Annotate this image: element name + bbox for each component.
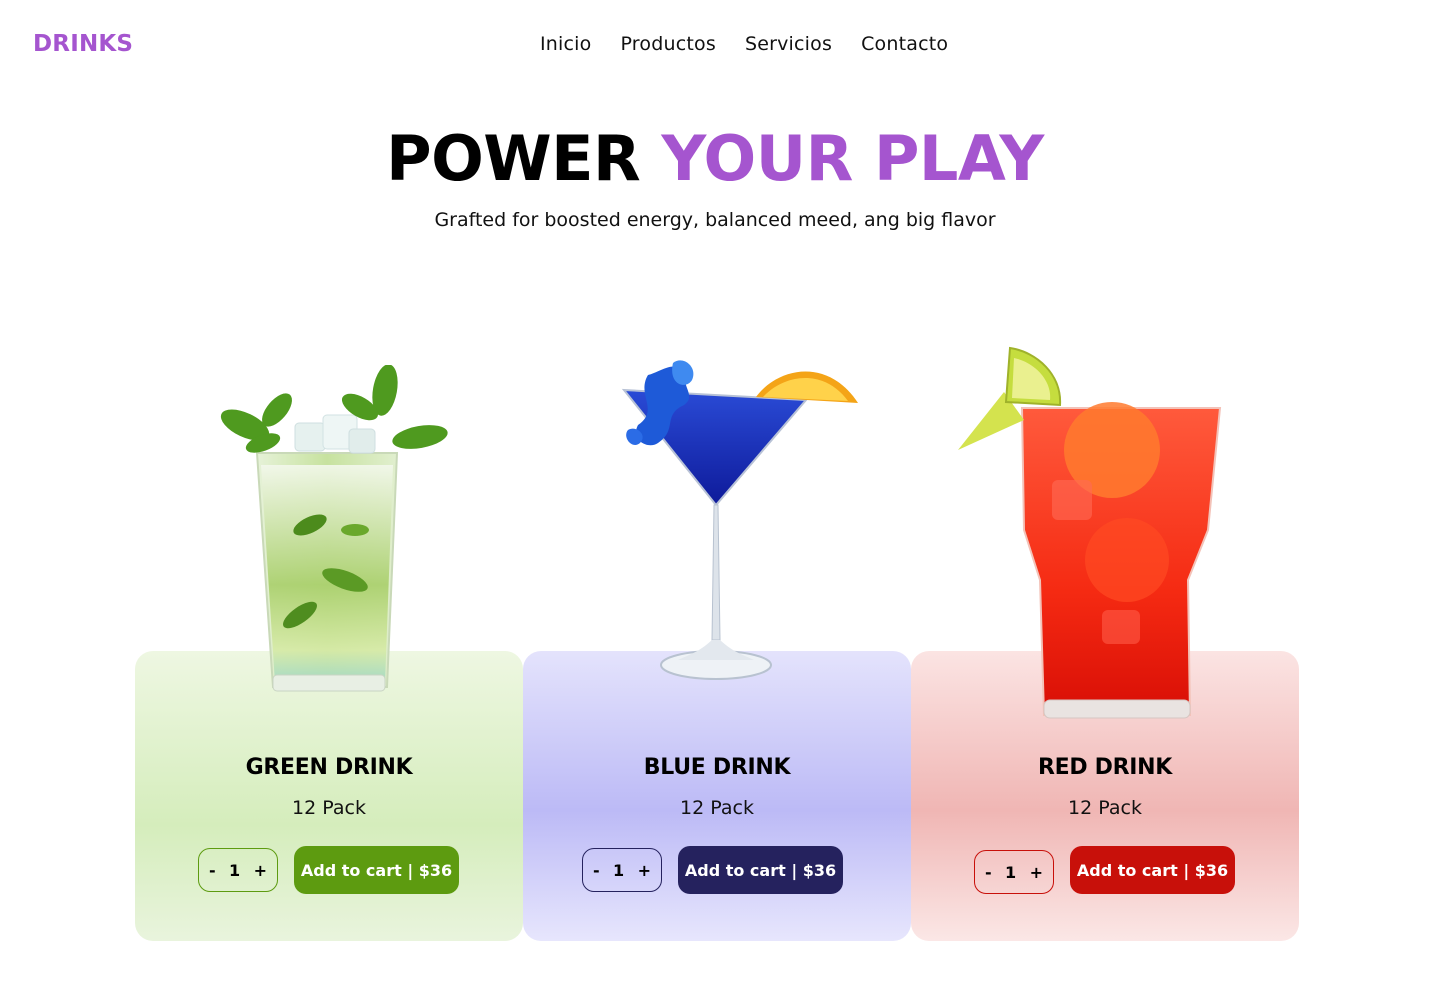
main-nav: Inicio Productos Servicios Contacto xyxy=(540,33,948,55)
nav-link-inicio[interactable]: Inicio xyxy=(540,33,591,55)
hero-title-part1: POWER xyxy=(386,122,641,195)
decrement-button[interactable]: - xyxy=(985,863,992,882)
add-to-cart-button[interactable]: Add to cart | $36 xyxy=(678,846,843,894)
decrement-button[interactable]: - xyxy=(593,861,600,880)
product-name: RED DRINK xyxy=(1037,755,1173,780)
product-name: GREEN DRINK xyxy=(245,755,413,780)
increment-button[interactable]: + xyxy=(1030,863,1043,882)
hero-title: POWER YOUR PLAY xyxy=(0,122,1430,196)
product-pack: 12 Pack xyxy=(680,797,754,819)
quantity-stepper: - 1 + xyxy=(582,848,662,892)
quantity-stepper: - 1 + xyxy=(198,848,278,892)
nav-link-productos[interactable]: Productos xyxy=(620,33,715,55)
quantity-stepper: - 1 + xyxy=(974,850,1054,894)
hero-title-part2: YOUR PLAY xyxy=(661,122,1044,195)
increment-button[interactable]: + xyxy=(254,861,267,880)
decrement-button[interactable]: - xyxy=(209,861,216,880)
product-pack: 12 Pack xyxy=(1068,797,1142,819)
nav-link-contacto[interactable]: Contacto xyxy=(861,33,948,55)
add-to-cart-button[interactable]: Add to cart | $36 xyxy=(294,846,459,894)
martini-glass-image xyxy=(621,360,858,680)
nav-link-servicios[interactable]: Servicios xyxy=(745,33,832,55)
increment-button[interactable]: + xyxy=(638,861,651,880)
mojito-glass-image xyxy=(220,365,448,692)
highball-glass-image xyxy=(958,346,1222,719)
hero-subtitle: Grafted for boosted energy, balanced mee… xyxy=(434,209,996,231)
product-pack: 12 Pack xyxy=(292,797,366,819)
product-name: BLUE DRINK xyxy=(643,755,791,780)
quantity-value: 1 xyxy=(613,860,625,880)
quantity-value: 1 xyxy=(1005,862,1017,882)
quantity-value: 1 xyxy=(229,860,241,880)
brand-logo[interactable]: DRINKS xyxy=(33,31,133,57)
add-to-cart-button[interactable]: Add to cart | $36 xyxy=(1070,846,1235,894)
